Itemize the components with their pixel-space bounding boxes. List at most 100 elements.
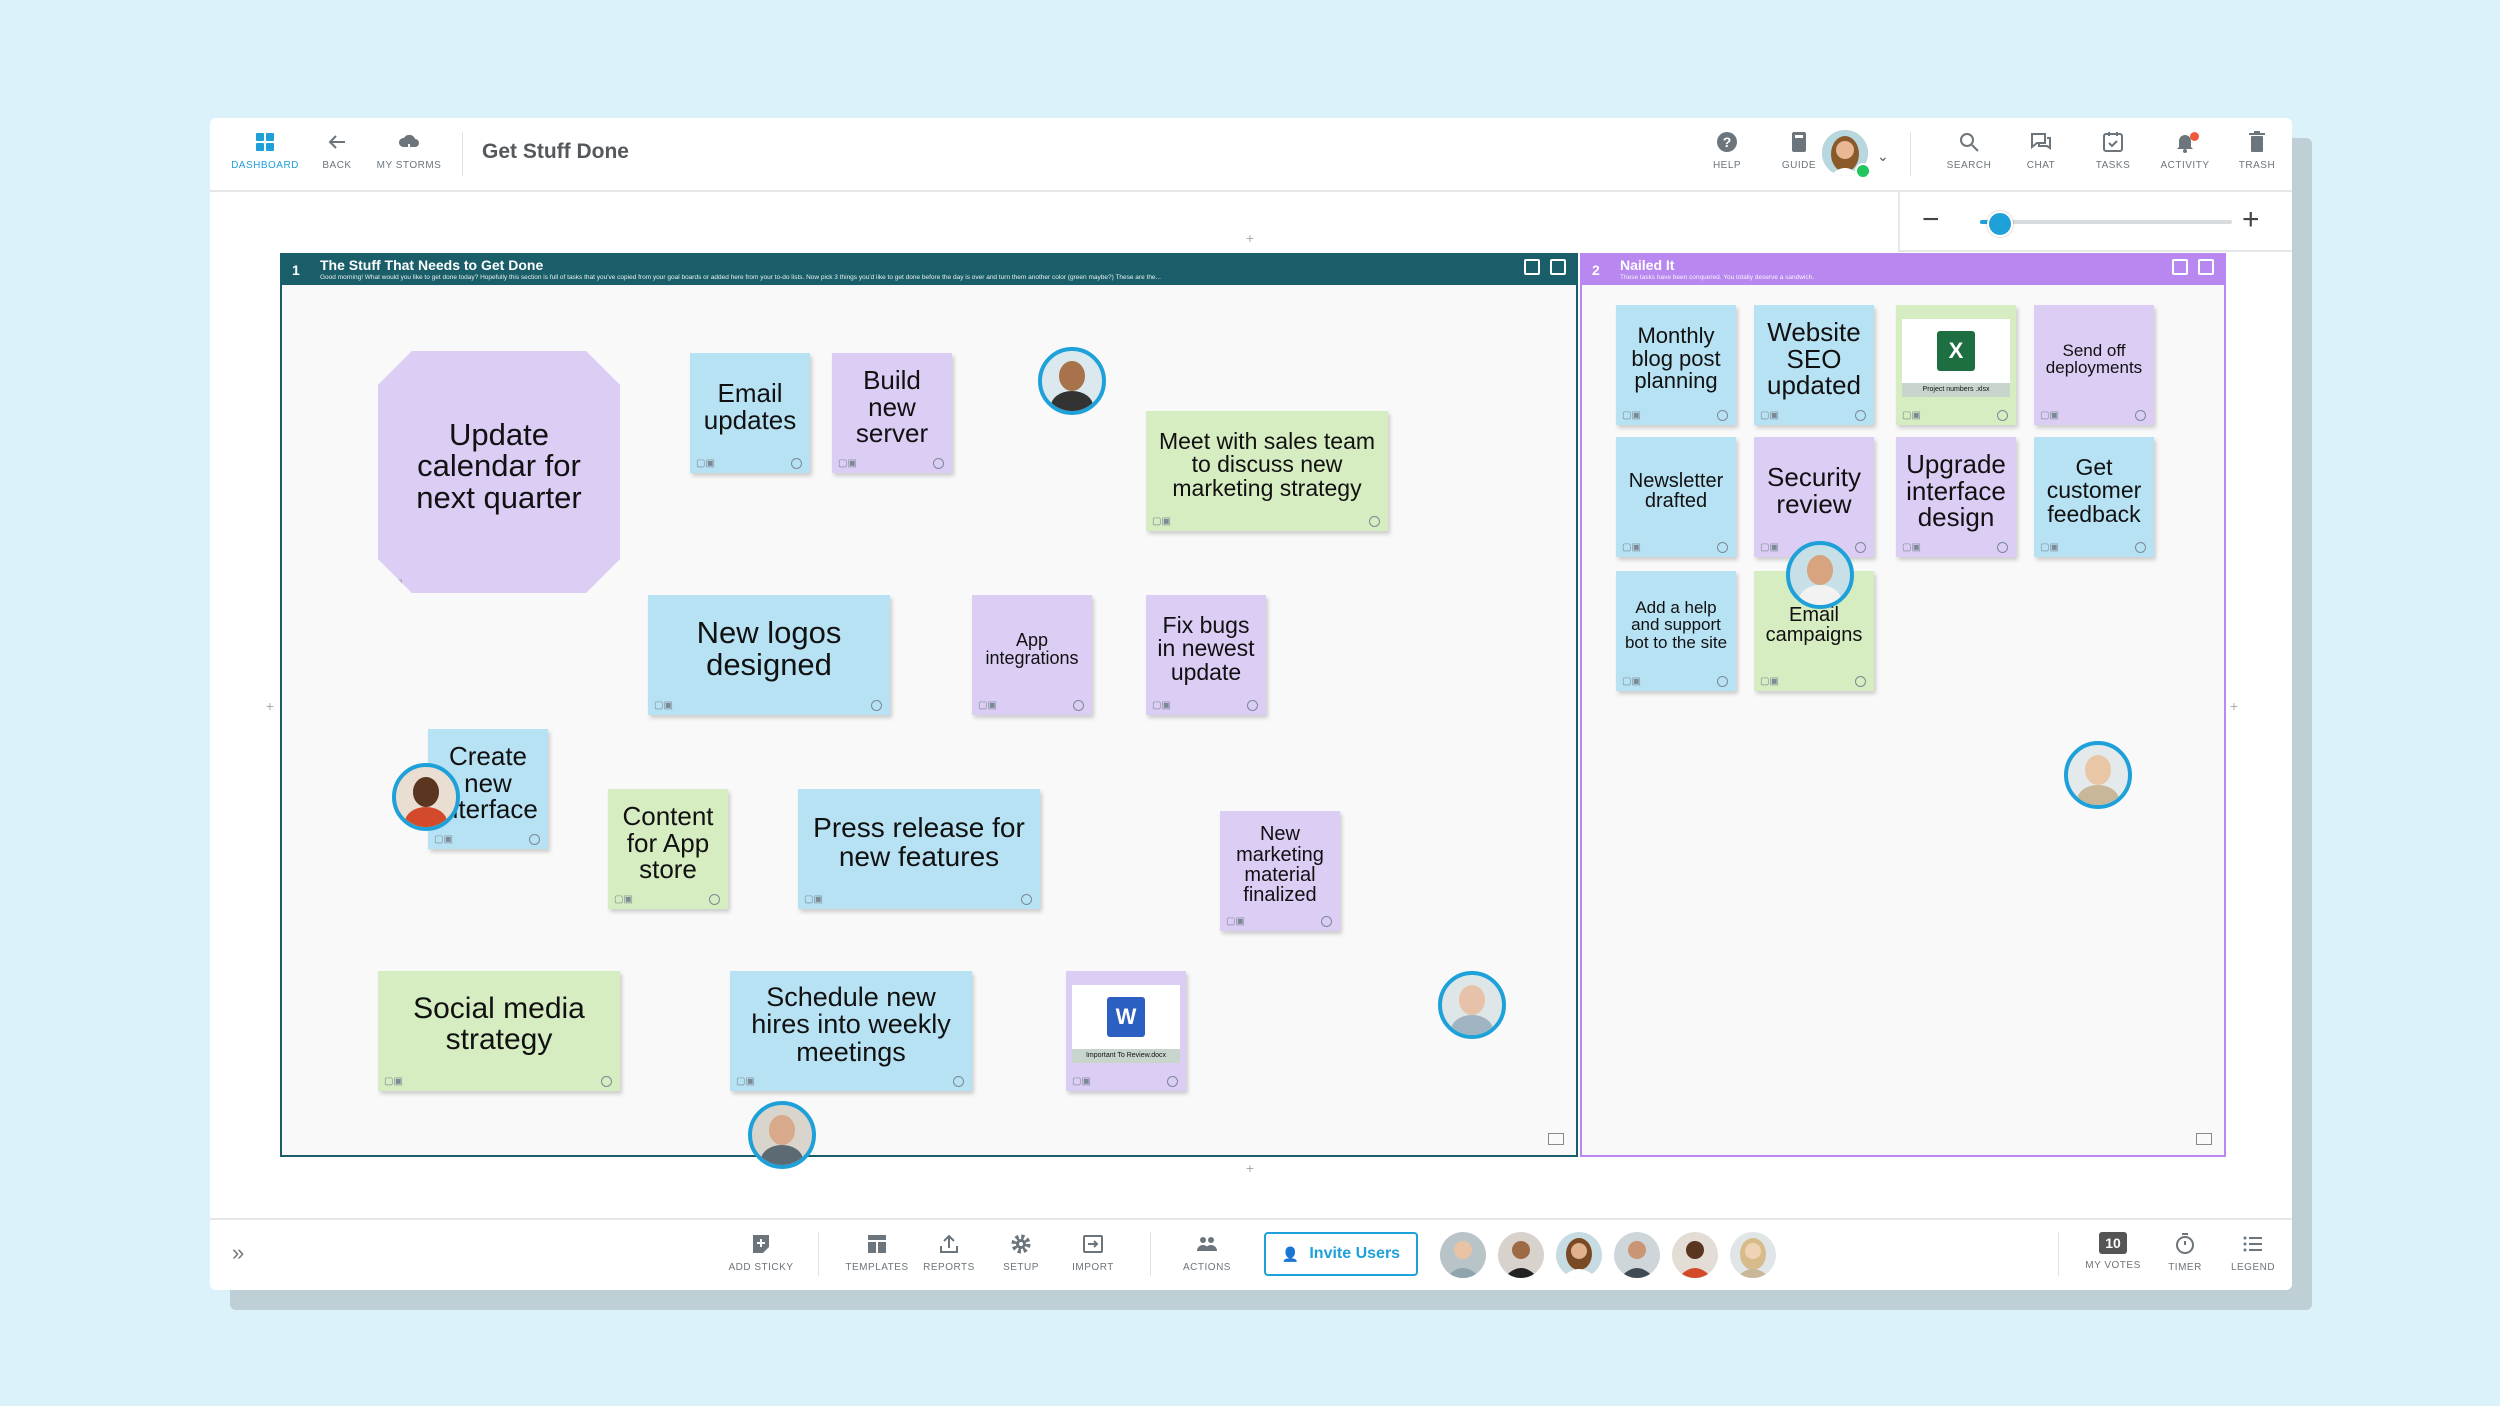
- import-button[interactable]: IMPORT: [1056, 1232, 1130, 1273]
- comment-icon: ▢▣: [1226, 915, 1245, 927]
- file-card[interactable]: X Project numbers .xlsx ▢▣: [1896, 305, 2016, 425]
- sticky-note[interactable]: Upgrade interface design ▢▣: [1896, 437, 2016, 557]
- check-icon[interactable]: [1247, 700, 1258, 711]
- check-icon[interactable]: [601, 1076, 612, 1087]
- check-icon[interactable]: [529, 834, 540, 845]
- check-icon[interactable]: [1855, 410, 1866, 421]
- add-section-top-icon[interactable]: +: [1242, 230, 1258, 252]
- sticky-note[interactable]: Get customer feedback ▢▣: [2034, 437, 2154, 557]
- legend-button[interactable]: LEGEND: [2216, 1232, 2290, 1273]
- divider: [1910, 132, 1911, 176]
- check-icon[interactable]: [1717, 676, 1728, 687]
- section-resize-icon[interactable]: [1548, 1133, 1564, 1145]
- sticky-note[interactable]: New marketing material finalized ▢▣: [1220, 811, 1340, 931]
- zoom-slider-handle[interactable]: [1986, 211, 2013, 237]
- comment-icon: ▢▣: [654, 699, 673, 711]
- member-avatar[interactable]: [1556, 1232, 1602, 1278]
- check-icon[interactable]: [1321, 916, 1332, 927]
- sticky-note[interactable]: Press release for new features ▢▣: [798, 789, 1040, 909]
- sticky-note[interactable]: New logos designed ▢▣: [648, 595, 890, 715]
- actions-button[interactable]: ACTIONS: [1170, 1232, 1244, 1273]
- sticky-note[interactable]: Monthly blog post planning ▢▣: [1616, 305, 1736, 425]
- chevron-down-icon[interactable]: ⌄: [1877, 148, 1889, 164]
- sticky-text: Schedule new hires into weekly meetings: [751, 981, 951, 1067]
- check-icon[interactable]: [2135, 410, 2146, 421]
- sticky-note[interactable]: Website SEO updated ▢▣: [1754, 305, 1874, 425]
- check-icon[interactable]: [2135, 542, 2146, 553]
- member-avatar[interactable]: [1440, 1232, 1486, 1278]
- check-icon[interactable]: [871, 700, 882, 711]
- sticky-note[interactable]: Content for App store ▢▣: [608, 789, 728, 909]
- templates-button[interactable]: TEMPLATES: [840, 1232, 914, 1273]
- my-storms-button[interactable]: MY STORMS: [374, 130, 444, 184]
- section-header[interactable]: 1 The Stuff That Needs to Get Done Good …: [282, 255, 1576, 285]
- add-section-right-icon[interactable]: +: [2226, 698, 2242, 720]
- sticky-note[interactable]: App integrations ▢▣: [972, 595, 1092, 715]
- sticky-note[interactable]: Add a help and support bot to the site ▢…: [1616, 571, 1736, 691]
- member-avatar[interactable]: [1730, 1232, 1776, 1278]
- check-icon[interactable]: [1717, 542, 1728, 553]
- sticky-note[interactable]: Social media strategy ▢▣: [378, 971, 620, 1091]
- chat-button[interactable]: CHAT: [2006, 130, 2076, 184]
- avatar-body: [1051, 390, 1093, 411]
- check-icon[interactable]: [1717, 410, 1728, 421]
- section-resize-icon[interactable]: [2196, 1133, 2212, 1145]
- check-icon[interactable]: [1855, 676, 1866, 687]
- trash-button[interactable]: TRASH: [2222, 130, 2292, 184]
- sticky-note[interactable]: Schedule new hires into weekly meetings …: [730, 971, 972, 1091]
- zoom-slider[interactable]: [1980, 211, 2232, 237]
- activity-button[interactable]: ACTIVITY: [2150, 130, 2220, 184]
- add-sticky-button[interactable]: ADD STICKY: [724, 1232, 798, 1273]
- add-section-left-icon[interactable]: +: [262, 698, 278, 720]
- sticky-note[interactable]: Send off deployments ▢▣: [2034, 305, 2154, 425]
- tasks-button[interactable]: TASKS: [2078, 130, 2148, 184]
- file-card[interactable]: W Important To Review.docx ▢▣: [1066, 971, 1186, 1091]
- sticky-note[interactable]: Build new server ▢▣: [832, 353, 952, 473]
- collaborator-avatar: [1038, 347, 1106, 415]
- check-icon[interactable]: [933, 458, 944, 469]
- member-avatar[interactable]: [1672, 1232, 1718, 1278]
- comment-icon: ▢▣: [978, 699, 997, 711]
- expand-sidebar-icon[interactable]: »: [232, 1240, 244, 1266]
- check-icon[interactable]: [1073, 700, 1084, 711]
- sticky-note[interactable]: Newsletter drafted ▢▣: [1616, 437, 1736, 557]
- back-button[interactable]: BACK: [302, 130, 372, 184]
- check-icon[interactable]: [1369, 516, 1380, 527]
- check-icon[interactable]: [1997, 542, 2008, 553]
- check-icon[interactable]: [601, 578, 612, 589]
- check-icon[interactable]: [1167, 1076, 1178, 1087]
- help-button[interactable]: ? HELP: [1692, 130, 1762, 184]
- zoom-out-button[interactable]: −: [1922, 205, 1940, 235]
- invite-users-button[interactable]: 👤 Invite Users: [1264, 1232, 1418, 1276]
- edit-icon[interactable]: [1550, 259, 1566, 275]
- sticky-note[interactable]: Security review ▢▣: [1754, 437, 1874, 557]
- avatar-face: [768, 1114, 796, 1145]
- divider: [818, 1232, 819, 1276]
- reports-button[interactable]: REPORTS: [912, 1232, 986, 1273]
- edit-icon[interactable]: [2198, 259, 2214, 275]
- sticky-note[interactable]: Update calendar for next quarter ▢▣: [378, 351, 620, 593]
- check-icon[interactable]: [953, 1076, 964, 1087]
- my-votes-button[interactable]: 10 MY VOTES: [2076, 1232, 2150, 1271]
- sticky-note[interactable]: Email updates ▢▣: [690, 353, 810, 473]
- bookmark-icon[interactable]: [1524, 259, 1540, 275]
- avatar-body: [1451, 1014, 1493, 1035]
- member-avatar[interactable]: [1614, 1232, 1660, 1278]
- sticky-note[interactable]: Fix bugs in newest update ▢▣: [1146, 595, 1266, 715]
- zoom-in-button[interactable]: +: [2242, 205, 2260, 235]
- setup-button[interactable]: SETUP: [984, 1232, 1058, 1273]
- check-icon[interactable]: [1855, 542, 1866, 553]
- check-icon[interactable]: [709, 894, 720, 905]
- check-icon[interactable]: [1997, 410, 2008, 421]
- dashboard-button[interactable]: DASHBOARD: [230, 130, 300, 184]
- bookmark-icon[interactable]: [2172, 259, 2188, 275]
- board-title[interactable]: Get Stuff Done: [482, 140, 629, 164]
- check-icon[interactable]: [791, 458, 802, 469]
- sticky-note[interactable]: Meet with sales team to discuss new mark…: [1146, 411, 1388, 531]
- member-avatar[interactable]: [1498, 1232, 1544, 1278]
- timer-button[interactable]: TIMER: [2148, 1232, 2222, 1273]
- check-icon[interactable]: [1021, 894, 1032, 905]
- add-section-bottom-icon[interactable]: +: [1242, 1160, 1258, 1182]
- search-button[interactable]: SEARCH: [1934, 130, 2004, 184]
- section-header[interactable]: 2 Nailed It These tasks have been conque…: [1582, 255, 2224, 285]
